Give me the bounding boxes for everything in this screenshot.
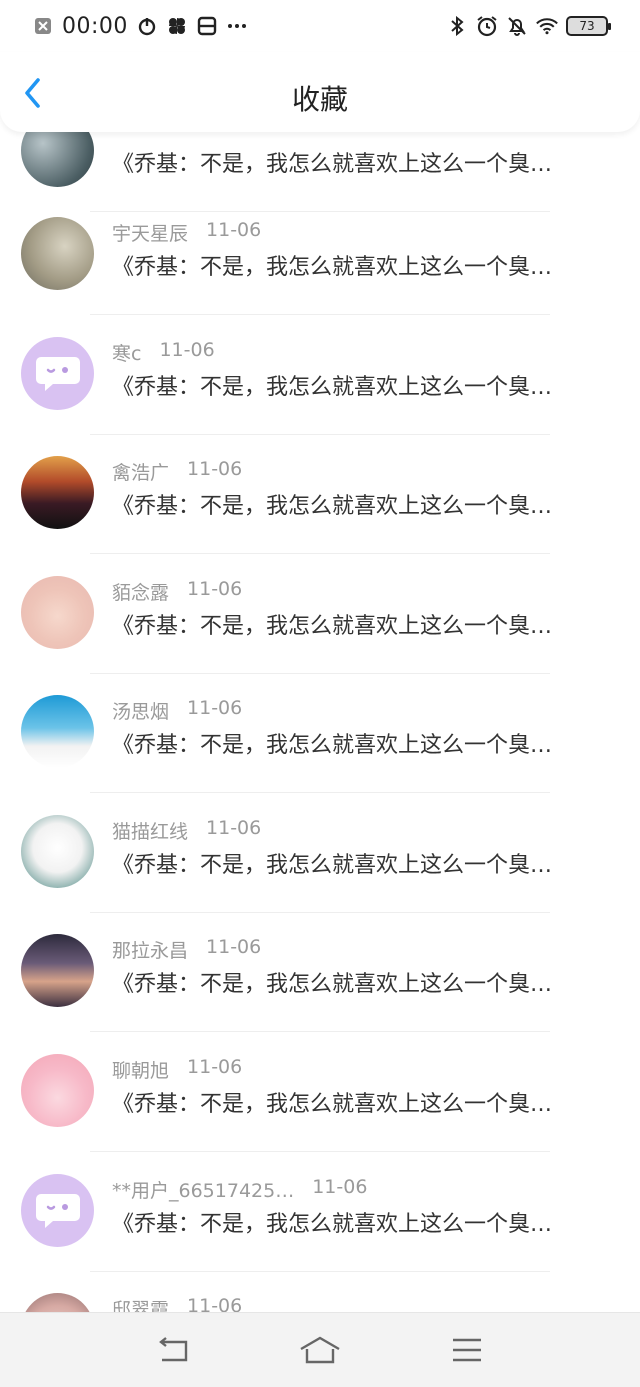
list-item[interactable]: 猫描红线 11-06 《乔基：不是，我怎么就喜欢上这么一个臭…: [0, 793, 640, 913]
list-item[interactable]: 那拉永昌 11-06 《乔基：不是，我怎么就喜欢上这么一个臭…: [0, 912, 640, 1032]
wifi-icon: [536, 15, 558, 37]
item-content: 《乔基：不是，我怎么就喜欢上这么一个臭…: [112, 255, 553, 280]
user-name: 貊念露: [112, 582, 170, 604]
more-dots-icon: [226, 15, 248, 37]
nav-back-icon: [159, 1337, 188, 1362]
chat-bubble-icon: [35, 356, 80, 391]
item-date: 11-06: [312, 1176, 368, 1198]
item-content: 《乔基：不是，我怎么就喜欢上这么一个臭…: [112, 152, 553, 177]
nav-menu-icon: [452, 1338, 481, 1362]
user-name: **用户_66517425…: [112, 1180, 295, 1202]
avatar: [21, 1054, 94, 1127]
pinwheel-icon: [166, 15, 188, 37]
item-date: 11-06: [159, 339, 215, 361]
nav-back-button[interactable]: [149, 1330, 197, 1370]
item-content: 《乔基：不是，我怎么就喜欢上这么一个臭…: [112, 375, 553, 400]
user-name: 猫描红线: [112, 821, 189, 843]
avatar-default: [21, 337, 94, 410]
chat-bubble-icon: [35, 1193, 80, 1228]
mute-icon: [506, 15, 528, 37]
user-name: 邸翠霞: [112, 1299, 170, 1312]
item-content: 《乔基：不是，我怎么就喜欢上这么一个臭…: [112, 853, 553, 878]
avatar: [21, 217, 94, 290]
item-date: 11-06: [187, 578, 243, 600]
item-date: 11-06: [206, 219, 262, 241]
item-content: 《乔基：不是，我怎么就喜欢上这么一个臭…: [112, 494, 553, 519]
user-name: 禽浩广: [112, 462, 170, 484]
item-date: 11-06: [187, 458, 243, 480]
user-name: 聊朝旭: [112, 1060, 170, 1082]
avatar: [21, 695, 94, 768]
list-item[interactable]: 聊朝旭 11-06 《乔基：不是，我怎么就喜欢上这么一个臭…: [0, 1032, 640, 1152]
list-item[interactable]: **用户_66517425… 11-06 《乔基：不是，我怎么就喜欢上这么一个臭…: [0, 1152, 640, 1272]
list-item[interactable]: 禽浩广 11-06 《乔基：不是，我怎么就喜欢上这么一个臭…: [0, 434, 640, 554]
status-bar: 00:00 73: [0, 0, 640, 52]
item-date: 11-06: [206, 936, 262, 958]
avatar-default: [21, 1174, 94, 1247]
sim-icon: [196, 15, 218, 37]
avatar: [21, 576, 94, 649]
nav-menu-button[interactable]: [443, 1330, 491, 1370]
list-item[interactable]: 邸翠霞 11-06: [0, 1271, 640, 1312]
item-content: 《乔基：不是，我怎么就喜欢上这么一个臭…: [112, 733, 553, 758]
user-name: 那拉永昌: [112, 940, 189, 962]
list-item[interactable]: 貊念露 11-06 《乔基：不是，我怎么就喜欢上这么一个臭…: [0, 554, 640, 674]
item-date: 11-06: [187, 1295, 243, 1312]
nav-home-icon: [300, 1336, 340, 1364]
item-content: 《乔基：不是，我怎么就喜欢上这么一个臭…: [112, 1092, 553, 1117]
avatar: [21, 456, 94, 529]
favorites-list[interactable]: 《乔基：不是，我怎么就喜欢上这么一个臭… 宇天星辰 11-06 《乔基：不是，我…: [0, 0, 640, 1312]
user-name: 汤思烟: [112, 701, 170, 723]
page-title: 收藏: [291, 83, 348, 116]
power-icon: [136, 15, 158, 37]
item-content: 《乔基：不是，我怎么就喜欢上这么一个臭…: [112, 1212, 553, 1237]
item-date: 11-06: [187, 697, 243, 719]
item-date: 11-06: [206, 817, 262, 839]
app-header: 收藏: [0, 52, 640, 132]
battery-indicator: 73: [566, 16, 611, 36]
avatar: [21, 934, 94, 1007]
user-name: 寒c: [112, 343, 142, 365]
item-date: 11-06: [187, 1056, 243, 1078]
list-item[interactable]: 寒c 11-06 《乔基：不是，我怎么就喜欢上这么一个臭…: [0, 315, 640, 435]
clock: 00:00: [62, 13, 128, 39]
list-item[interactable]: 宇天星辰 11-06 《乔基：不是，我怎么就喜欢上这么一个臭…: [0, 195, 640, 315]
avatar: [21, 1293, 94, 1312]
alarm-icon: [476, 15, 498, 37]
avatar: [21, 815, 94, 888]
list-item[interactable]: 汤思烟 11-06 《乔基：不是，我怎么就喜欢上这么一个臭…: [0, 673, 640, 793]
bluetooth-icon: [446, 15, 468, 37]
item-content: 《乔基：不是，我怎么就喜欢上这么一个臭…: [112, 614, 553, 639]
user-name: 宇天星辰: [112, 223, 189, 245]
nav-home-button[interactable]: [296, 1330, 344, 1370]
notification-close-icon: [32, 15, 54, 37]
system-navbar: [0, 1312, 640, 1387]
item-content: 《乔基：不是，我怎么就喜欢上这么一个臭…: [112, 972, 553, 997]
